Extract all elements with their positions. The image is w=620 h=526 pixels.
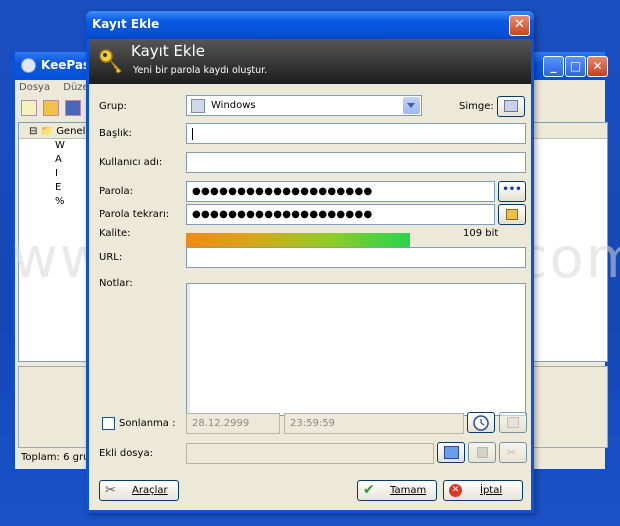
clock-icon bbox=[473, 415, 489, 431]
username-field[interactable] bbox=[186, 152, 526, 173]
cancel-icon: ✕ bbox=[449, 484, 462, 497]
chevron-down-icon[interactable] bbox=[403, 97, 420, 114]
menu-duzen[interactable]: Düze bbox=[63, 82, 88, 93]
ok-button[interactable]: ✔ Tamam bbox=[357, 480, 437, 501]
attach-file-button[interactable] bbox=[437, 442, 465, 463]
save-icon bbox=[477, 447, 488, 458]
password-field[interactable]: ●●●●●●●●●●●●●●●●●●●● bbox=[186, 181, 495, 202]
username-label: Kullanıcı adı: bbox=[99, 157, 163, 168]
tree-item[interactable]: I bbox=[55, 168, 58, 179]
url-field[interactable] bbox=[186, 247, 526, 268]
calendar-icon bbox=[507, 417, 519, 428]
windows-group-icon bbox=[504, 100, 518, 112]
quality-label: Kalite: bbox=[99, 228, 131, 239]
open-folder-icon[interactable] bbox=[43, 100, 59, 116]
expires-checkbox[interactable] bbox=[102, 417, 115, 430]
expire-date-field[interactable]: 28.12.2999 bbox=[186, 413, 280, 434]
notes-textarea[interactable] bbox=[186, 283, 526, 416]
quality-bits: 109 bit bbox=[463, 228, 499, 239]
show-password-dots: ••• bbox=[502, 184, 522, 195]
title-label: Başlık: bbox=[99, 128, 132, 139]
keepass-lock-icon bbox=[21, 58, 36, 73]
group-select[interactable]: Windows bbox=[186, 95, 422, 116]
password-label: Parola: bbox=[99, 186, 133, 197]
remove-attachment-button[interactable]: ✂ bbox=[499, 442, 527, 463]
new-database-icon[interactable] bbox=[21, 100, 37, 116]
open-file-icon bbox=[444, 446, 459, 459]
show-password-button[interactable]: ••• bbox=[498, 181, 526, 202]
ok-button-label: Tamam bbox=[390, 485, 427, 496]
tree-item[interactable]: A bbox=[55, 154, 62, 165]
attachment-field[interactable] bbox=[186, 443, 434, 464]
minimize-button[interactable]: _ bbox=[543, 56, 564, 77]
cancel-button-label: İptal bbox=[480, 485, 503, 496]
expire-presets-button[interactable] bbox=[467, 412, 495, 433]
password-quality-bar bbox=[186, 233, 410, 248]
banner-title: Kayıt Ekle bbox=[131, 42, 206, 60]
cancel-button[interactable]: ✕ İptal bbox=[443, 480, 523, 501]
expires-label: Sonlanma : bbox=[119, 418, 176, 429]
save-attachment-button[interactable] bbox=[468, 442, 496, 463]
expire-time-value: 23:59:59 bbox=[290, 418, 335, 429]
icon-label: Simge: bbox=[459, 101, 494, 112]
menu-dosya[interactable]: Dosya bbox=[19, 82, 50, 93]
password-repeat-label: Parola tekrarı: bbox=[99, 209, 170, 220]
tools-icon: ✂ bbox=[105, 483, 116, 498]
add-entry-dialog: Kayıt Ekle ✕ Kayıt Ekle Yeni bir parola … bbox=[86, 11, 534, 513]
windows-group-icon bbox=[191, 99, 205, 113]
tree-root-item[interactable]: ⊟ 📁 Genel bbox=[29, 126, 85, 137]
tools-button[interactable]: ✂ Araçlar bbox=[99, 480, 179, 501]
maximize-button[interactable]: □ bbox=[565, 56, 586, 77]
tree-item[interactable]: W bbox=[55, 140, 65, 151]
dialog-banner: Kayıt Ekle Yeni bir parola kaydı oluştur… bbox=[89, 39, 531, 84]
key-icon bbox=[99, 49, 122, 74]
tree-item[interactable]: % bbox=[55, 196, 65, 207]
password-repeat-mask: ●●●●●●●●●●●●●●●●●●●● bbox=[192, 209, 373, 220]
url-label: URL: bbox=[99, 252, 123, 263]
group-label: Grup: bbox=[99, 101, 127, 112]
expire-date-value: 28.12.2999 bbox=[192, 418, 250, 429]
main-close-button[interactable]: ✕ bbox=[587, 56, 608, 77]
title-field[interactable] bbox=[186, 123, 526, 144]
password-mask: ●●●●●●●●●●●●●●●●●●●● bbox=[192, 186, 373, 197]
delete-icon: ✂ bbox=[507, 446, 517, 459]
save-icon[interactable] bbox=[65, 100, 81, 116]
banner-subtitle: Yeni bir parola kaydı oluştur. bbox=[133, 65, 268, 76]
expire-time-field[interactable]: 23:59:59 bbox=[284, 413, 464, 434]
generate-password-button[interactable] bbox=[498, 204, 526, 225]
dialog-titlebar: Kayıt Ekle ✕ bbox=[86, 11, 534, 39]
notes-scroll-edge bbox=[187, 284, 190, 415]
expire-calendar-button[interactable] bbox=[499, 412, 527, 433]
notes-label: Notlar: bbox=[99, 278, 133, 289]
password-repeat-field[interactable]: ●●●●●●●●●●●●●●●●●●●● bbox=[186, 204, 495, 225]
group-select-value: Windows bbox=[211, 100, 256, 111]
tree-item[interactable]: E bbox=[55, 182, 61, 193]
tools-button-label: Araçlar bbox=[132, 485, 168, 496]
text-caret bbox=[192, 128, 193, 140]
icon-picker-button[interactable] bbox=[497, 96, 525, 117]
dialog-title: Kayıt Ekle bbox=[92, 17, 160, 31]
password-generator-icon bbox=[506, 209, 518, 220]
dialog-close-button[interactable]: ✕ bbox=[509, 15, 530, 36]
checkmark-icon: ✔ bbox=[363, 482, 375, 498]
attachment-label: Ekli dosya: bbox=[99, 448, 153, 459]
